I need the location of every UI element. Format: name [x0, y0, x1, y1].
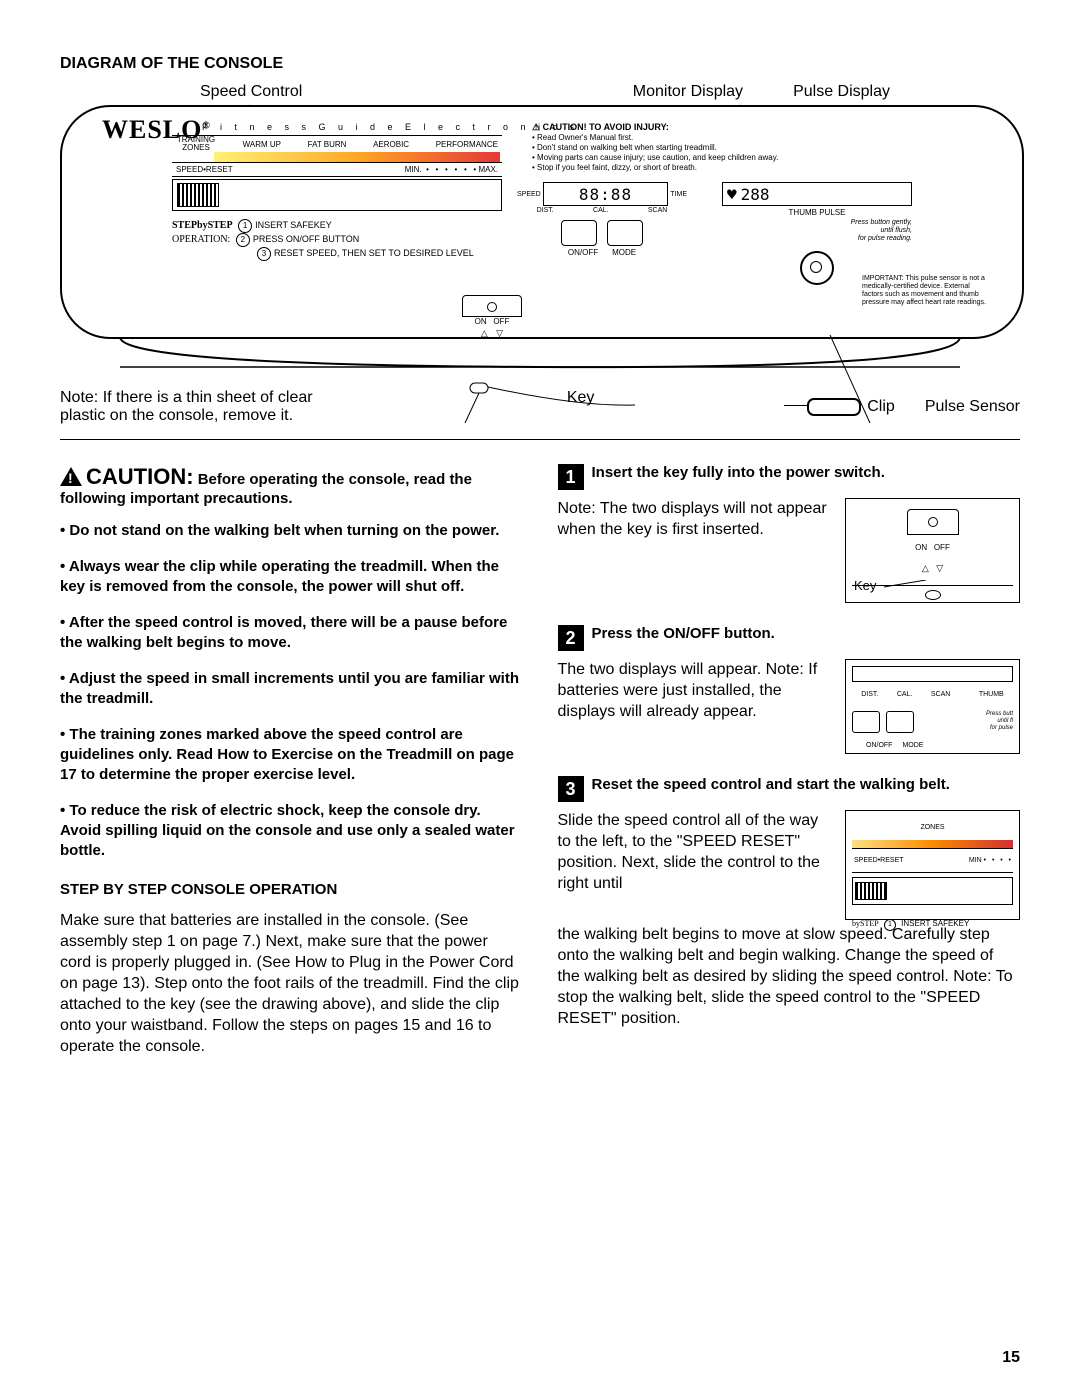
- heart-icon: ♥: [727, 185, 737, 204]
- thumb-pulse-sensor[interactable]: [800, 251, 834, 285]
- console-diagram: WESLO® F i t n e s s G u i d e E l e c t…: [60, 105, 1020, 339]
- caution-block: CAUTION: Before operating the console, r…: [60, 464, 523, 507]
- warning-triangle-icon: [60, 467, 82, 486]
- callout-clip: Clip: [867, 398, 895, 416]
- callout-pulse-sensor: Pulse Sensor: [925, 398, 1020, 416]
- diagram-footer: Note: If there is a thin sheet of clear …: [60, 389, 1020, 425]
- onoff-button[interactable]: [561, 220, 597, 246]
- step-2: 2 Press the ON/OFF button. The two displ…: [558, 625, 1021, 754]
- figure-step-2: DIST.CAL.SCAN THUMB Press buttuntil flfo…: [845, 659, 1020, 754]
- callout-monitor-display: Monitor Display: [633, 83, 743, 101]
- speed-slider[interactable]: [172, 179, 502, 211]
- monitor-display-panel: SPEED 88:88 TIME DIST.CAL.SCAN ON/OFFMOD…: [517, 182, 687, 257]
- section-title: DIAGRAM OF THE CONSOLE: [60, 55, 1020, 73]
- mode-button[interactable]: [607, 220, 643, 246]
- top-callouts: Speed Control Monitor Display Pulse Disp…: [60, 83, 1020, 101]
- step-number-2: 2: [558, 625, 584, 651]
- left-column: CAUTION: Before operating the console, r…: [60, 464, 523, 1057]
- step-number-3: 3: [558, 776, 584, 802]
- step-number-1: 1: [558, 464, 584, 490]
- figure-step-3: ZONES SPEED•RESET MIN • • • • bySTEP 1 I…: [845, 810, 1020, 920]
- step-3: 3 Reset the speed control and start the …: [558, 776, 1021, 1029]
- step-section-title: STEP BY STEP CONSOLE OPERATION: [60, 881, 523, 898]
- power-switch[interactable]: ON OFF △ ▽: [462, 295, 522, 339]
- page-number: 15: [1002, 1349, 1020, 1367]
- divider: [60, 439, 1020, 440]
- figure-step-1: ON OFF △ ▽ Key: [845, 498, 1020, 603]
- callout-pulse-display: Pulse Display: [793, 83, 890, 101]
- pulse-panel: ♥ 288 THUMB PULSE Press button gently, u…: [722, 182, 912, 287]
- pulse-display-segment: ♥ 288: [722, 182, 912, 206]
- note-clear-sheet: Note: If there is a thin sheet of clear …: [60, 389, 360, 425]
- speed-control-panel: TRAININGZONES WARM UP FAT BURN AEROBIC P…: [172, 135, 502, 261]
- precautions-list: Do not stand on the walking belt when tu…: [60, 521, 523, 861]
- callout-key: Key: [511, 389, 651, 425]
- slider-knob-icon[interactable]: [177, 183, 219, 207]
- right-column: 1 Insert the key fully into the power sw…: [558, 464, 1021, 1057]
- clip-icon: [807, 398, 861, 416]
- step-by-step-legend: STEPbySTEP 1INSERT SAFEKEY OPERATION: 2P…: [172, 219, 502, 261]
- seven-segment-main: 88:88: [543, 182, 669, 206]
- callout-speed-control: Speed Control: [200, 83, 302, 101]
- important-note: IMPORTANT: This pulse sensor is not a me…: [862, 275, 992, 307]
- tagline: F i t n e s s G u i d e E l e c t r o n …: [202, 122, 579, 132]
- training-zone-gradient: [214, 152, 500, 162]
- step-intro-text: Make sure that batteries are installed i…: [60, 910, 523, 1057]
- step-1: 1 Insert the key fully into the power sw…: [558, 464, 1021, 603]
- panel-caution-text: ⚠ CAUTION! TO AVOID INJURY: • Read Owner…: [532, 122, 812, 173]
